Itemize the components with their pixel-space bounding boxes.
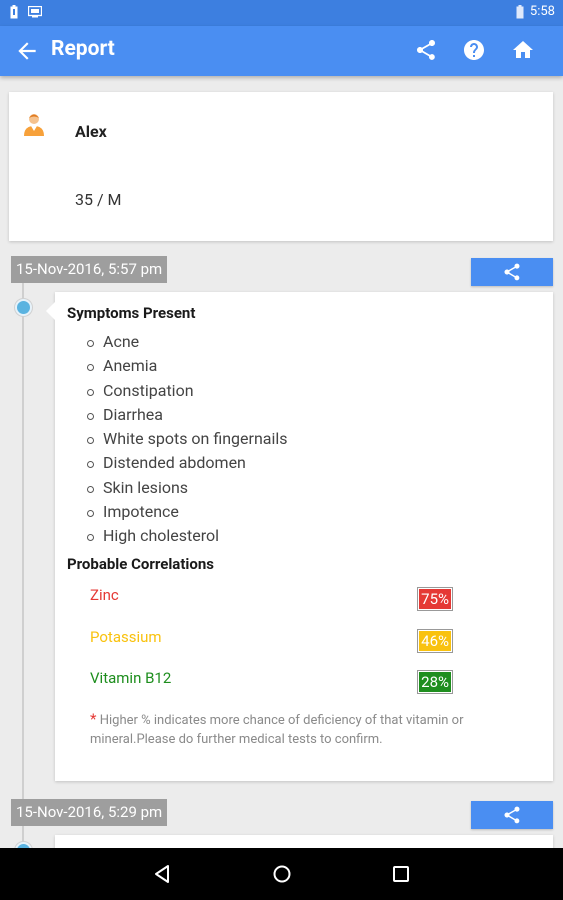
screen-icon [28,6,42,18]
timeline-dot [15,299,32,316]
symptom-item: Impotence [87,500,288,524]
doctor-avatar-icon [24,114,44,136]
share-report-button[interactable] [471,801,553,829]
symptoms-heading: Symptoms Present [67,304,196,322]
symptom-item: Acne [87,330,288,354]
correlations-heading: Probable Correlations [67,555,214,573]
correlation-name: Zinc [90,586,119,604]
timeline-line [22,283,24,848]
correlation-name: Potassium [90,628,162,646]
recents-nav-icon[interactable] [390,863,412,885]
symptom-item: Anemia [87,354,288,378]
symptom-item: White spots on fingernails [87,427,288,451]
status-bar: 5:58 [0,0,563,26]
correlation-row: Vitamin B12 28% [90,669,452,693]
page-title: Report [51,37,115,61]
report-date: 15-Nov-2016, 5:57 pm [11,256,168,283]
symptom-item: High cholesterol [87,524,288,548]
home-icon[interactable] [511,38,535,62]
patient-name: Alex [75,122,107,141]
back-nav-icon[interactable] [151,863,173,885]
symptom-item: Constipation [87,379,288,403]
correlation-row: Potassium 46% [90,628,452,652]
correlation-percent-badge: 28% [418,671,452,693]
help-icon[interactable] [462,38,486,62]
disclaimer-note: * Higher % indicates more chance of defi… [90,710,520,749]
report-card: Symptoms Present Acne Anemia Constipatio… [46,292,553,781]
patient-age-sex: 35 / M [75,190,122,209]
status-time: 5:58 [529,4,555,19]
report-date: 15-Nov-2016, 5:29 pm [11,799,168,826]
symptom-item: Skin lesions [87,476,288,500]
symptom-item: Distended abdomen [87,451,288,475]
symptom-item: Diarrhea [87,403,288,427]
correlation-name: Vitamin B12 [90,669,172,687]
home-nav-icon[interactable] [271,863,293,885]
system-nav-bar [0,848,563,900]
back-arrow-icon[interactable] [14,38,40,64]
battery-status-icon [10,5,18,19]
battery-icon [516,4,524,18]
share-icon[interactable] [414,38,438,62]
share-icon [504,263,520,281]
correlation-percent-badge: 46% [418,630,452,652]
correlation-row: Zinc 75% [90,586,452,610]
symptoms-list: Acne Anemia Constipation Diarrhea White … [87,330,288,549]
app-bar: Report [0,26,563,76]
note-text: Higher % indicates more chance of defici… [90,713,464,747]
share-icon [504,806,520,824]
share-report-button[interactable] [471,258,553,286]
profile-card: Alex 35 / M [9,92,553,241]
note-asterisk: * [90,710,97,728]
correlation-percent-badge: 75% [418,588,452,610]
